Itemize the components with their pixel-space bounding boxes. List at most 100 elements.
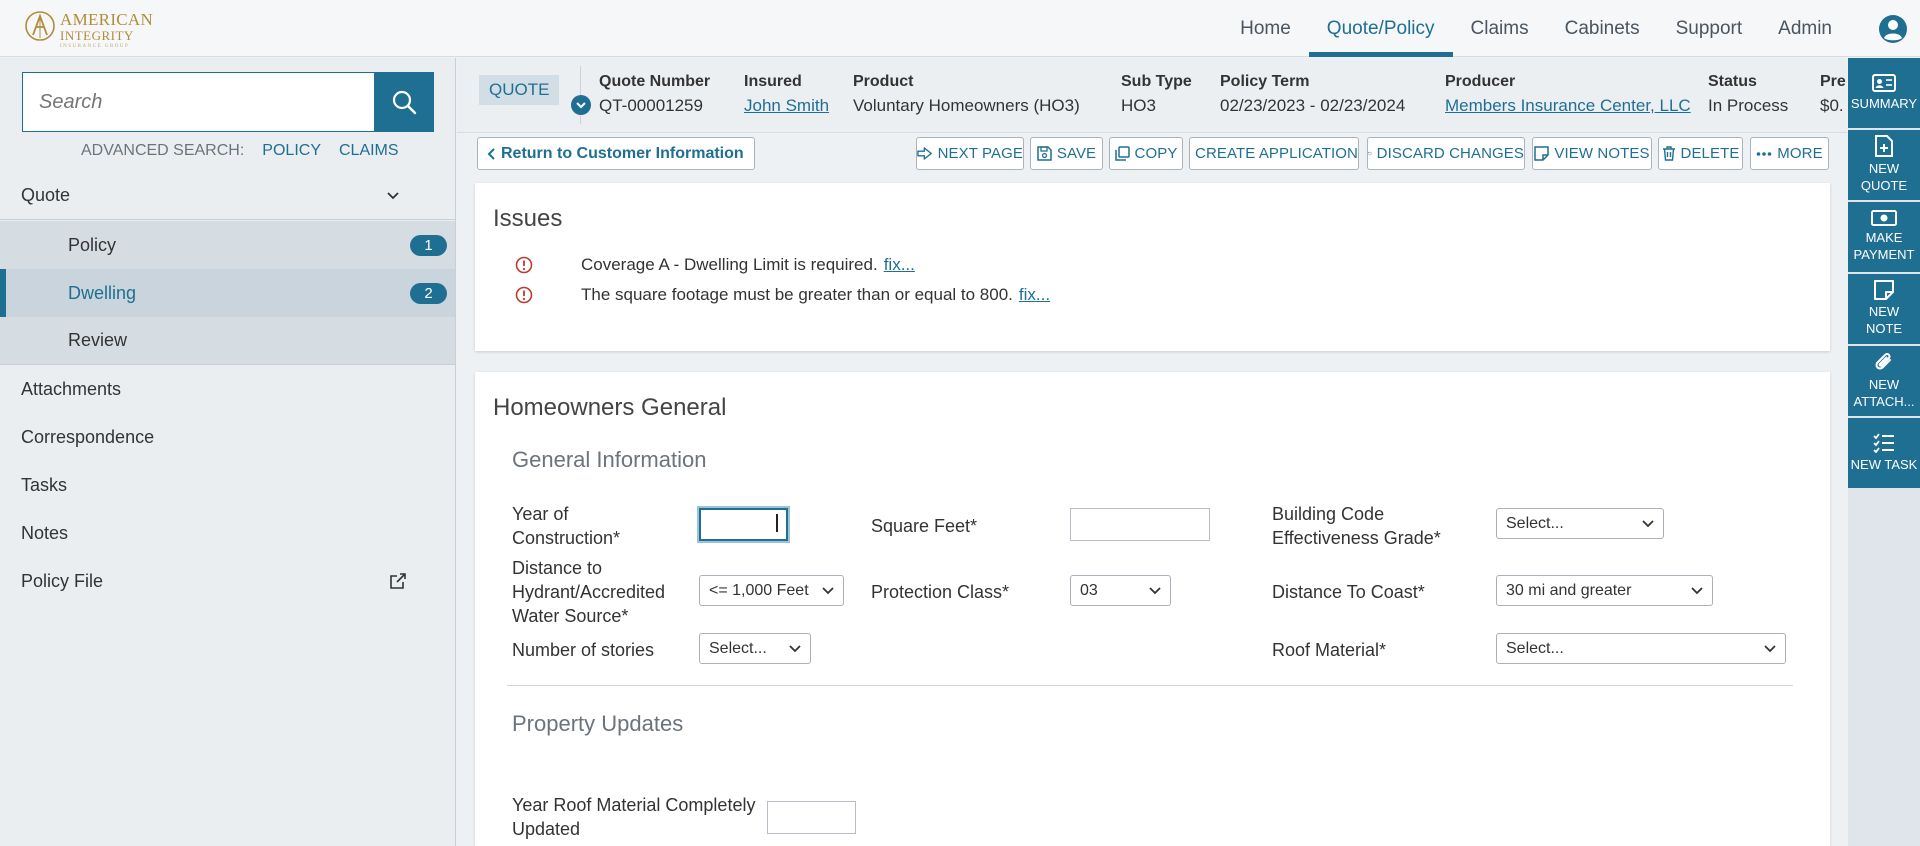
search-button[interactable] [374, 72, 434, 132]
issue-item: The square footage must be greater than … [515, 285, 1050, 305]
chevron-down-icon [1691, 587, 1703, 595]
sidebar-item-policy[interactable]: Policy 1 [0, 221, 455, 269]
save-button[interactable]: SAVE [1030, 137, 1103, 170]
next-page-button[interactable]: NEXT PAGE [916, 137, 1024, 170]
roof-material-label: Roof Material* [1272, 640, 1387, 660]
logo-wordmark: AMERICAN INTEGRITY INSURANCE GROUP [60, 10, 154, 49]
company-logo[interactable]: AMERICAN INTEGRITY INSURANCE GROUP [22, 8, 162, 49]
copy-button[interactable]: COPY [1109, 137, 1183, 170]
quote-header: QUOTE Quote Number QT-00001259 Insured J… [457, 58, 1847, 133]
sidebar-section-quote[interactable]: Quote [0, 172, 455, 220]
square-feet-label: Square Feet* [871, 516, 978, 536]
year-of-construction-label: Year of Construction* [512, 504, 621, 548]
sidebar-item-label: Dwelling [68, 282, 137, 303]
number-of-stories-select[interactable]: Select... [699, 633, 811, 664]
advanced-search-claims-link[interactable]: CLAIMS [339, 142, 399, 160]
subsection-property-updates: Property Updates [512, 711, 684, 736]
hydrant-distance-select[interactable]: <= 1,000 Feet [699, 575, 844, 606]
more-button[interactable]: MORE [1750, 137, 1829, 170]
nav-support[interactable]: Support [1658, 0, 1761, 57]
rail-new-attachment-button[interactable]: NEW ATTACH... [1848, 346, 1920, 416]
more-dots-icon [1756, 151, 1772, 156]
header-sub-type: Sub Type HO3 [1121, 73, 1192, 115]
quote-type-tag: QUOTE [479, 75, 560, 105]
sidebar-item-notes[interactable]: Notes [0, 509, 455, 557]
view-notes-button[interactable]: VIEW NOTES [1532, 137, 1652, 170]
search-input[interactable] [22, 72, 375, 132]
hydrant-distance-label: Distance to Hydrant/Accredited Water Sou… [512, 558, 666, 626]
sidebar-item-label: Notes [21, 522, 69, 543]
sidebar-item-policy-file[interactable]: Policy File [0, 557, 455, 605]
roof-material-select[interactable]: Select... [1496, 633, 1786, 664]
advanced-search-policy-link[interactable]: POLICY [262, 142, 321, 160]
issue-fix-link[interactable]: fix... [1019, 285, 1050, 305]
sidebar-item-correspondence[interactable]: Correspondence [0, 413, 455, 461]
roof-update-year-input[interactable] [767, 801, 856, 834]
sidebar-item-tasks[interactable]: Tasks [0, 461, 455, 509]
header-quote-number: Quote Number QT-00001259 [599, 73, 711, 115]
next-page-icon [917, 147, 932, 160]
delete-button[interactable]: DELETE [1658, 137, 1743, 170]
nav-cabinets[interactable]: Cabinets [1547, 0, 1658, 57]
new-document-icon [1875, 135, 1893, 158]
user-account-icon[interactable] [1878, 14, 1908, 44]
chevron-down-icon [576, 102, 586, 109]
issue-fix-link[interactable]: fix... [884, 255, 915, 275]
paperclip-icon [1875, 353, 1891, 370]
sidebar-item-label: Policy File [21, 570, 104, 591]
create-application-button[interactable]: CREATE APPLICATION [1189, 137, 1359, 170]
nav-admin[interactable]: Admin [1760, 0, 1850, 57]
sidebar-item-label: Attachments [21, 378, 122, 399]
sidebar-item-label: Policy [68, 234, 117, 255]
rail-new-quote-button[interactable]: NEW QUOTE [1848, 130, 1920, 200]
issues-title: Issues [493, 205, 563, 232]
rail-make-payment-button[interactable]: MAKE PAYMENT [1848, 202, 1920, 272]
sidebar-item-review[interactable]: Review [0, 317, 455, 365]
header-insured: Insured John Smith [744, 73, 830, 116]
producer-link[interactable]: Members Insurance Center, LLC [1445, 96, 1691, 116]
note-icon [1874, 280, 1894, 301]
issue-count-badge: 1 [410, 235, 447, 256]
top-bar: AMERICAN INTEGRITY INSURANCE GROUP Home … [0, 0, 1920, 57]
rail-summary-button[interactable]: SUMMARY [1848, 58, 1920, 128]
protection-class-select[interactable]: 03 [1070, 575, 1171, 606]
trash-icon [1662, 146, 1675, 161]
chevron-down-icon [1149, 587, 1161, 595]
advanced-search: ADVANCED SEARCH: POLICY CLAIMS [81, 142, 399, 160]
id-card-icon [1872, 73, 1896, 92]
rail-new-note-button[interactable]: NEW NOTE [1848, 274, 1920, 344]
distance-to-coast-select[interactable]: 30 mi and greater [1496, 575, 1713, 606]
nav-home[interactable]: Home [1222, 0, 1309, 57]
sidebar-item-label: Correspondence [21, 426, 155, 447]
section-divider [507, 685, 1793, 686]
quote-menu-toggle[interactable] [571, 95, 591, 115]
logo-emblem-icon [25, 11, 55, 41]
nav-claims[interactable]: Claims [1453, 0, 1547, 57]
save-icon [1037, 146, 1052, 161]
nav-quote-policy[interactable]: Quote/Policy [1308, 0, 1453, 57]
building-code-grade-select[interactable]: Select... [1496, 508, 1664, 539]
error-icon [515, 286, 533, 304]
protection-class-label: Protection Class* [871, 582, 1010, 602]
return-to-customer-button[interactable]: Return to Customer Information [477, 137, 755, 170]
subsection-general-information: General Information [512, 447, 707, 472]
chevron-down-icon [789, 645, 801, 653]
header-policy-term: Policy Term 02/23/2023 - 02/23/2024 [1220, 73, 1406, 115]
distance-to-coast-label: Distance To Coast* [1272, 582, 1425, 602]
year-of-construction-input[interactable] [699, 508, 788, 541]
search-icon [392, 90, 417, 115]
issue-item: Coverage A - Dwelling Limit is required.… [515, 255, 915, 275]
external-link-icon[interactable] [388, 571, 408, 591]
discard-changes-button[interactable]: DISCARD CHANGES [1367, 137, 1525, 170]
square-feet-input[interactable] [1070, 508, 1210, 541]
rail-new-task-button[interactable]: NEW TASK [1848, 418, 1920, 488]
main-nav: Home Quote/Policy Claims Cabinets Suppor… [1222, 0, 1850, 57]
error-icon [515, 256, 533, 274]
advanced-search-label: ADVANCED SEARCH: [81, 142, 245, 159]
sidebar-item-dwelling[interactable]: Dwelling 2 [0, 269, 455, 317]
copy-icon [1114, 146, 1130, 161]
sidebar: ADVANCED SEARCH: POLICY CLAIMS Quote Pol… [0, 58, 456, 846]
insured-link[interactable]: John Smith [744, 96, 829, 116]
header-premium: Pre $0. [1820, 73, 1846, 115]
sidebar-item-attachments[interactable]: Attachments [0, 365, 455, 413]
